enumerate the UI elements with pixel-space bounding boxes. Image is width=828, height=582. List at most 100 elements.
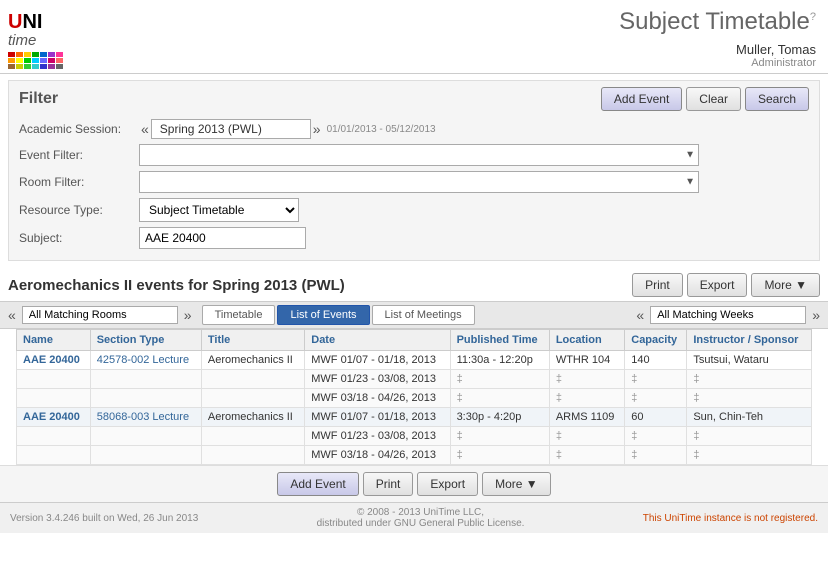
print-button-top[interactable]: Print: [632, 273, 683, 297]
cell-title: Aeromechanics II: [201, 351, 304, 370]
cell-capacity: ‡: [625, 370, 687, 389]
room-filter-wrapper: ▼: [139, 171, 699, 193]
results-header: Aeromechanics II events for Spring 2013 …: [0, 267, 828, 301]
page-title: Subject Timetable?: [619, 8, 816, 36]
footer-copyright: © 2008 - 2013 UniTime LLC, distributed u…: [317, 507, 525, 529]
table-row: MWF 01/23 - 03/08, 2013 ‡ ‡ ‡ ‡: [17, 370, 812, 389]
cell-section: [90, 370, 201, 389]
tabs-left: « »: [6, 306, 194, 324]
cell-name: [17, 389, 91, 408]
cell-location: ‡: [549, 389, 624, 408]
cell-section: 58068-003 Lecture: [90, 408, 201, 427]
room-filter-tab-input[interactable]: [22, 306, 178, 324]
cell-pubtime: ‡: [450, 446, 549, 465]
cell-title: Aeromechanics II: [201, 408, 304, 427]
more-button-bottom[interactable]: More ▼: [482, 472, 551, 496]
cell-date: MWF 01/07 - 01/18, 2013: [305, 408, 450, 427]
cell-instructor: Sun, Chin-Teh: [687, 408, 812, 427]
col-capacity: Capacity: [625, 330, 687, 351]
cell-location: ARMS 1109: [549, 408, 624, 427]
cell-location: ‡: [549, 370, 624, 389]
filter-header: Filter Add Event Clear Search: [19, 87, 809, 111]
subject-row: Subject:: [19, 227, 809, 249]
bottom-buttons: Add Event Print Export More ▼: [0, 465, 828, 502]
logo-grid: [8, 52, 68, 69]
print-button-bottom[interactable]: Print: [363, 472, 414, 496]
week-filter-tab-input[interactable]: [650, 306, 806, 324]
tabs-bar: « » Timetable List of Events List of Mee…: [0, 301, 828, 329]
week-filter-prev-arrow[interactable]: «: [636, 307, 644, 323]
logo-time-text: time: [8, 32, 68, 49]
room-filter-prev-arrow[interactable]: «: [8, 307, 16, 323]
cell-date: MWF 01/07 - 01/18, 2013: [305, 351, 450, 370]
cell-section: [90, 446, 201, 465]
cell-name: [17, 370, 91, 389]
cell-title: [201, 389, 304, 408]
results-section: Aeromechanics II events for Spring 2013 …: [0, 267, 828, 502]
cell-location: ‡: [549, 446, 624, 465]
filter-title: Filter: [19, 90, 58, 108]
logo-box: UNI time: [8, 11, 68, 66]
room-filter-next-arrow[interactable]: »: [184, 307, 192, 323]
session-prev-arrow[interactable]: «: [141, 121, 149, 137]
week-filter-next-arrow[interactable]: »: [812, 307, 820, 323]
cell-pubtime: ‡: [450, 370, 549, 389]
cell-pubtime: 11:30a - 12:20p: [450, 351, 549, 370]
add-event-button-bottom[interactable]: Add Event: [277, 472, 358, 496]
tab-list-meetings[interactable]: List of Meetings: [372, 305, 475, 325]
cell-section: [90, 427, 201, 446]
user-name: Muller, Tomas: [619, 42, 816, 57]
academic-session-row: Academic Session: « Spring 2013 (PWL) » …: [19, 119, 809, 139]
cell-capacity: ‡: [625, 389, 687, 408]
tab-list-events[interactable]: List of Events: [277, 305, 369, 325]
cell-capacity: 140: [625, 351, 687, 370]
cell-location: ‡: [549, 427, 624, 446]
search-button[interactable]: Search: [745, 87, 809, 111]
cell-name: [17, 446, 91, 465]
room-filter-row: Room Filter: ▼: [19, 171, 809, 193]
cell-title: [201, 446, 304, 465]
export-button-top[interactable]: Export: [687, 273, 748, 297]
title-sup: ?: [810, 11, 816, 23]
event-filter-input[interactable]: [139, 144, 699, 166]
table-header-row: Name Section Type Title Date Published T…: [17, 330, 812, 351]
tab-buttons: Timetable List of Events List of Meeting…: [202, 305, 475, 325]
session-next-arrow[interactable]: »: [313, 121, 321, 137]
cell-section: 42578-002 Lecture: [90, 351, 201, 370]
col-date: Date: [305, 330, 450, 351]
col-title: Title: [201, 330, 304, 351]
cell-capacity: 60: [625, 408, 687, 427]
logo-u: U: [8, 11, 22, 34]
events-table: Name Section Type Title Date Published T…: [16, 329, 812, 465]
table-row: AAE 20400 42578-002 Lecture Aeromechanic…: [17, 351, 812, 370]
header-title-area: Subject Timetable? Muller, Tomas Adminis…: [619, 8, 816, 69]
user-info-area: Muller, Tomas Administrator: [619, 42, 816, 69]
footer-version: Version 3.4.246 built on Wed, 26 Jun 201…: [10, 513, 198, 524]
cell-pubtime: ‡: [450, 389, 549, 408]
event-filter-wrapper: ▼: [139, 144, 699, 166]
clear-button[interactable]: Clear: [686, 87, 741, 111]
table-row: MWF 03/18 - 04/26, 2013 ‡ ‡ ‡ ‡: [17, 389, 812, 408]
resource-type-select[interactable]: Subject Timetable: [139, 198, 299, 222]
col-name: Name: [17, 330, 91, 351]
table-row: MWF 01/23 - 03/08, 2013 ‡ ‡ ‡ ‡: [17, 427, 812, 446]
col-pubtime: Published Time: [450, 330, 549, 351]
cell-date: MWF 03/18 - 04/26, 2013: [305, 446, 450, 465]
user-role: Administrator: [619, 57, 816, 69]
cell-date: MWF 03/18 - 04/26, 2013: [305, 389, 450, 408]
export-button-bottom[interactable]: Export: [417, 472, 478, 496]
results-header-buttons: Print Export More ▼: [632, 273, 820, 297]
cell-capacity: ‡: [625, 427, 687, 446]
cell-name: [17, 427, 91, 446]
tab-timetable[interactable]: Timetable: [202, 305, 276, 325]
more-button-top[interactable]: More ▼: [751, 273, 820, 297]
cell-name: AAE 20400: [17, 351, 91, 370]
subject-input[interactable]: [139, 227, 306, 249]
session-value: Spring 2013 (PWL): [151, 119, 311, 139]
logo-area: UNI time: [8, 11, 68, 66]
cell-date: MWF 01/23 - 03/08, 2013: [305, 370, 450, 389]
cell-instructor: ‡: [687, 389, 812, 408]
add-event-button[interactable]: Add Event: [601, 87, 682, 111]
cell-title: [201, 370, 304, 389]
room-filter-input[interactable]: [139, 171, 699, 193]
